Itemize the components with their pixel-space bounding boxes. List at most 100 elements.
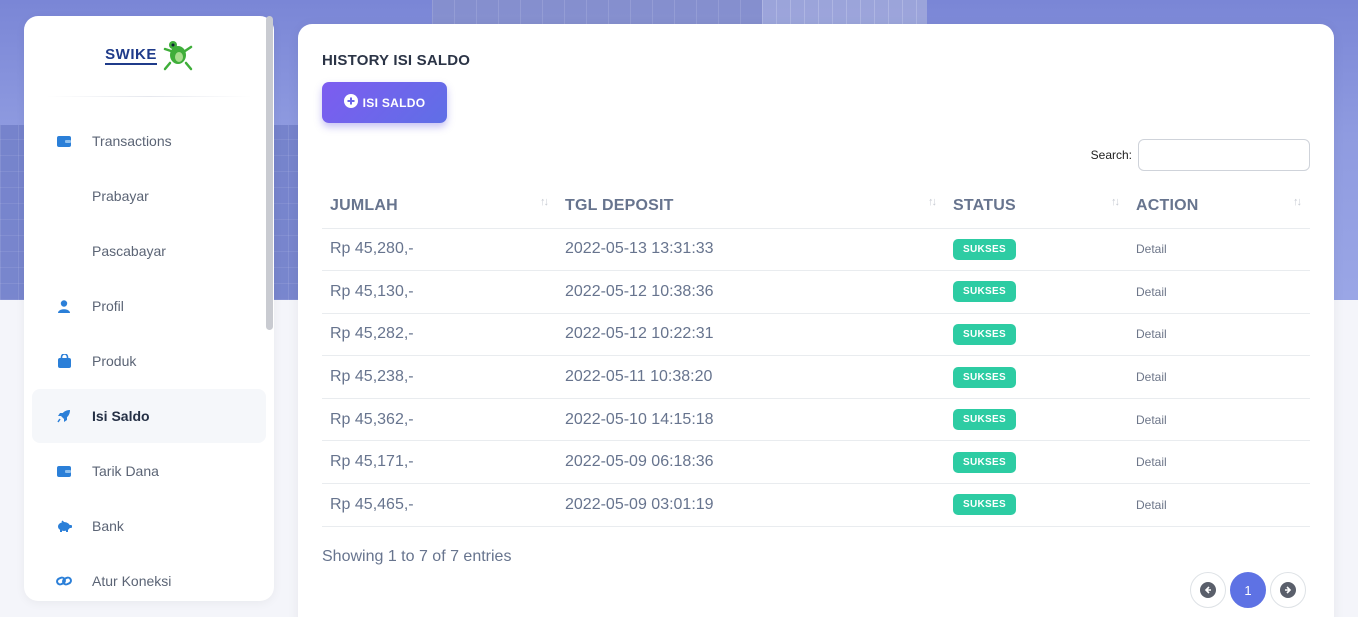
cell-tgl-deposit: 2022-05-11 10:38:20 [557,355,945,399]
table-info: Showing 1 to 7 of 7 entries [322,548,512,565]
sidebar-item-pascabayar[interactable]: Pascabayar [32,224,266,278]
sidebar-item-tarik-dana[interactable]: Tarik Dana [32,444,266,498]
status-badge: SUKSES [953,323,1016,345]
column-header-action[interactable]: ACTION ↑↓ [1128,184,1310,229]
shopping-bag-icon [56,353,72,369]
cell-tgl-deposit: 2022-05-09 03:01:19 [557,483,945,527]
detail-link[interactable]: Detail [1136,498,1167,512]
sidebar-nav: Transactions Prabayar Pascabayar Profil Prod… [24,97,274,601]
wallet-icon [56,133,72,149]
cell-status: SUKSES [945,440,1128,485]
search-label: Search: [1090,148,1132,162]
pagination-next-button[interactable] [1270,572,1306,608]
sort-icon: ↑↓ [1293,196,1302,208]
cell-jumlah: Rp 45,238,- [322,355,557,399]
cell-status: SUKSES [945,398,1128,442]
background-building [432,0,762,24]
detail-link[interactable]: Detail [1136,455,1167,469]
cell-status: SUKSES [945,228,1128,272]
cell-tgl-deposit: 2022-05-09 06:18:36 [557,440,945,485]
column-label: STATUS [953,196,1016,214]
brand-logo[interactable]: SWIKE [24,16,274,96]
column-label: TGL DEPOSIT [565,196,674,214]
table-row: Rp 45,238,- 2022-05-11 10:38:20 SUKSES Deta… [322,355,1310,399]
sidebar: SWIKE Transactions Prabayar Pascabayar Prof… [24,16,274,601]
sidebar-scrollbar[interactable] [266,16,273,330]
status-badge: SUKSES [953,409,1016,431]
table-header-row: JUMLAH ↑↓ TGL DEPOSIT ↑↓ STATUS ↑↓ ACTIO… [322,184,1310,229]
column-header-jumlah[interactable]: JUMLAH ↑↓ [322,184,557,229]
sidebar-item-label: Pascabayar [92,243,166,259]
wallet-icon [56,463,72,479]
sidebar-item-label: Transactions [92,133,172,149]
table-row: Rp 45,171,- 2022-05-09 06:18:36 SUKSES Deta… [322,440,1310,485]
cell-action: Detail [1128,483,1310,527]
table-row: Rp 45,362,- 2022-05-10 14:15:18 SUKSES Deta… [322,398,1310,442]
piggy-bank-icon [56,518,72,534]
sidebar-item-label: Prabayar [92,188,149,204]
cell-jumlah: Rp 45,171,- [322,440,557,485]
rocket-icon [56,408,72,424]
search-box: Search: [1091,139,1310,171]
cell-tgl-deposit: 2022-05-13 13:31:33 [557,228,945,272]
column-header-status[interactable]: STATUS ↑↓ [945,184,1128,229]
sidebar-item-atur-koneksi[interactable]: Atur Koneksi [32,554,266,601]
brand-name: SWIKE [105,46,157,65]
table-row: Rp 45,465,- 2022-05-09 03:01:19 SUKSES Deta… [322,483,1310,527]
main-card: HISTORY ISI SALDO ISI SALDO Search: JUML… [298,24,1334,617]
sort-icon: ↑↓ [928,196,937,208]
link-icon [56,573,72,589]
column-label: ACTION [1136,196,1199,214]
cell-jumlah: Rp 45,465,- [322,483,557,527]
sidebar-item-label: Profil [92,298,124,314]
pagination-page-button[interactable]: 1 [1230,572,1266,608]
sidebar-item-label: Tarik Dana [92,463,159,479]
sidebar-item-transactions[interactable]: Transactions [32,114,266,168]
status-badge: SUKSES [953,238,1016,260]
sidebar-item-profil[interactable]: Profil [32,279,266,333]
sidebar-item-prabayar[interactable]: Prabayar [32,169,266,223]
sidebar-item-bank[interactable]: Bank [32,499,266,553]
pagination-previous-button[interactable] [1190,572,1226,608]
search-input[interactable] [1138,139,1310,171]
table-row: Rp 45,282,- 2022-05-12 10:22:31 SUKSES Deta… [322,313,1310,357]
table-row: Rp 45,280,- 2022-05-13 13:31:33 SUKSES Deta… [322,228,1310,272]
status-badge: SUKSES [953,494,1016,516]
cell-status: SUKSES [945,483,1128,527]
cell-action: Detail [1128,440,1310,485]
cell-status: SUKSES [945,355,1128,399]
cell-action: Detail [1128,228,1310,272]
sidebar-item-label: Atur Koneksi [92,573,172,589]
sidebar-item-label: Bank [92,518,124,534]
cell-status: SUKSES [945,270,1128,314]
detail-link[interactable]: Detail [1136,327,1167,341]
cell-action: Detail [1128,313,1310,357]
arrow-left-icon [1200,582,1216,598]
detail-link[interactable]: Detail [1136,242,1167,256]
cell-tgl-deposit: 2022-05-12 10:38:36 [557,270,945,314]
sort-icon: ↑↓ [540,196,549,208]
plus-circle-icon [343,94,358,111]
cell-status: SUKSES [945,313,1128,357]
sidebar-item-produk[interactable]: Produk [32,334,266,388]
sidebar-item-isi-saldo[interactable]: Isi Saldo [32,389,266,443]
arrow-right-icon [1280,582,1296,598]
sort-icon: ↑↓ [1111,196,1120,208]
isi-saldo-button[interactable]: ISI SALDO [322,82,447,123]
sidebar-item-label: Isi Saldo [92,408,150,424]
status-badge: SUKSES [953,451,1016,473]
pagination: 1 [1190,572,1306,608]
table-body: Rp 45,280,- 2022-05-13 13:31:33 SUKSES Deta… [322,228,1310,527]
detail-link[interactable]: Detail [1136,370,1167,384]
table-row: Rp 45,130,- 2022-05-12 10:38:36 SUKSES Deta… [322,270,1310,314]
cell-tgl-deposit: 2022-05-10 14:15:18 [557,398,945,442]
status-badge: SUKSES [953,366,1016,388]
detail-link[interactable]: Detail [1136,285,1167,299]
cell-tgl-deposit: 2022-05-12 10:22:31 [557,313,945,357]
detail-link[interactable]: Detail [1136,413,1167,427]
cell-action: Detail [1128,355,1310,399]
cell-action: Detail [1128,270,1310,314]
column-header-tgl-deposit[interactable]: TGL DEPOSIT ↑↓ [557,184,945,229]
cell-jumlah: Rp 45,130,- [322,270,557,314]
page-title: HISTORY ISI SALDO [322,52,471,69]
